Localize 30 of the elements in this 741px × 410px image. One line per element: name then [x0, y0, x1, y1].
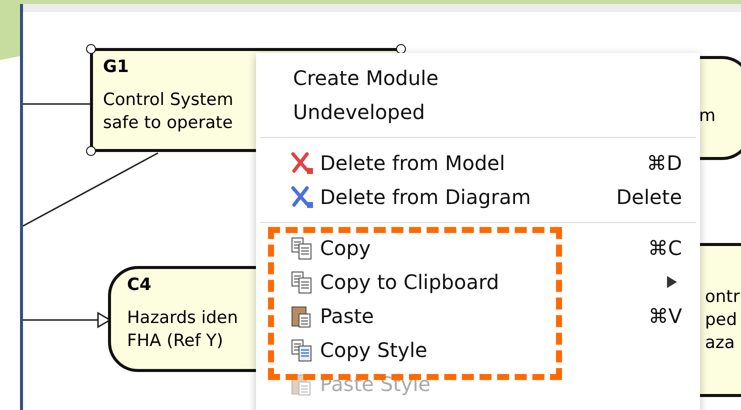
copy-icon: [290, 270, 314, 294]
submenu-arrow-icon: [666, 275, 678, 289]
resize-handle[interactable]: [396, 44, 406, 54]
copy-icon: [290, 338, 314, 362]
node-text: ontr: [705, 286, 741, 309]
menu-item-label: Delete from Diagram: [320, 185, 531, 209]
node-id: C4: [127, 275, 152, 295]
menu-item-label: Delete from Model: [320, 151, 506, 175]
menu-item-label: Copy: [320, 236, 371, 260]
delete-icon: [290, 185, 314, 209]
menu-item-label: Paste: [320, 304, 374, 328]
shortcut-label: ⌘V: [648, 304, 682, 328]
menu-item[interactable]: Delete from Diagram Delete: [256, 180, 700, 214]
shortcut-label: Delete: [616, 185, 682, 209]
node-text: Control System: [103, 89, 234, 112]
node-text: m: [699, 105, 717, 128]
resize-handle[interactable]: [86, 44, 96, 54]
delete-icon: [290, 151, 314, 175]
connector-line: [23, 103, 92, 105]
copy-icon: [290, 236, 314, 260]
menu-item-label: Copy to Clipboard: [320, 270, 500, 294]
shortcut-label: ⌘C: [648, 236, 682, 260]
menu-item-label: Copy Style: [320, 338, 428, 362]
resize-handle[interactable]: [86, 146, 96, 156]
node-text: Hazards iden: [127, 307, 240, 330]
node-id: G1: [103, 57, 130, 77]
node-text: FHA (Ref Y): [127, 330, 224, 353]
node-text: aza: [705, 332, 736, 355]
shortcut-label: ⌘D: [646, 151, 682, 175]
node-text: ped: [705, 309, 738, 332]
